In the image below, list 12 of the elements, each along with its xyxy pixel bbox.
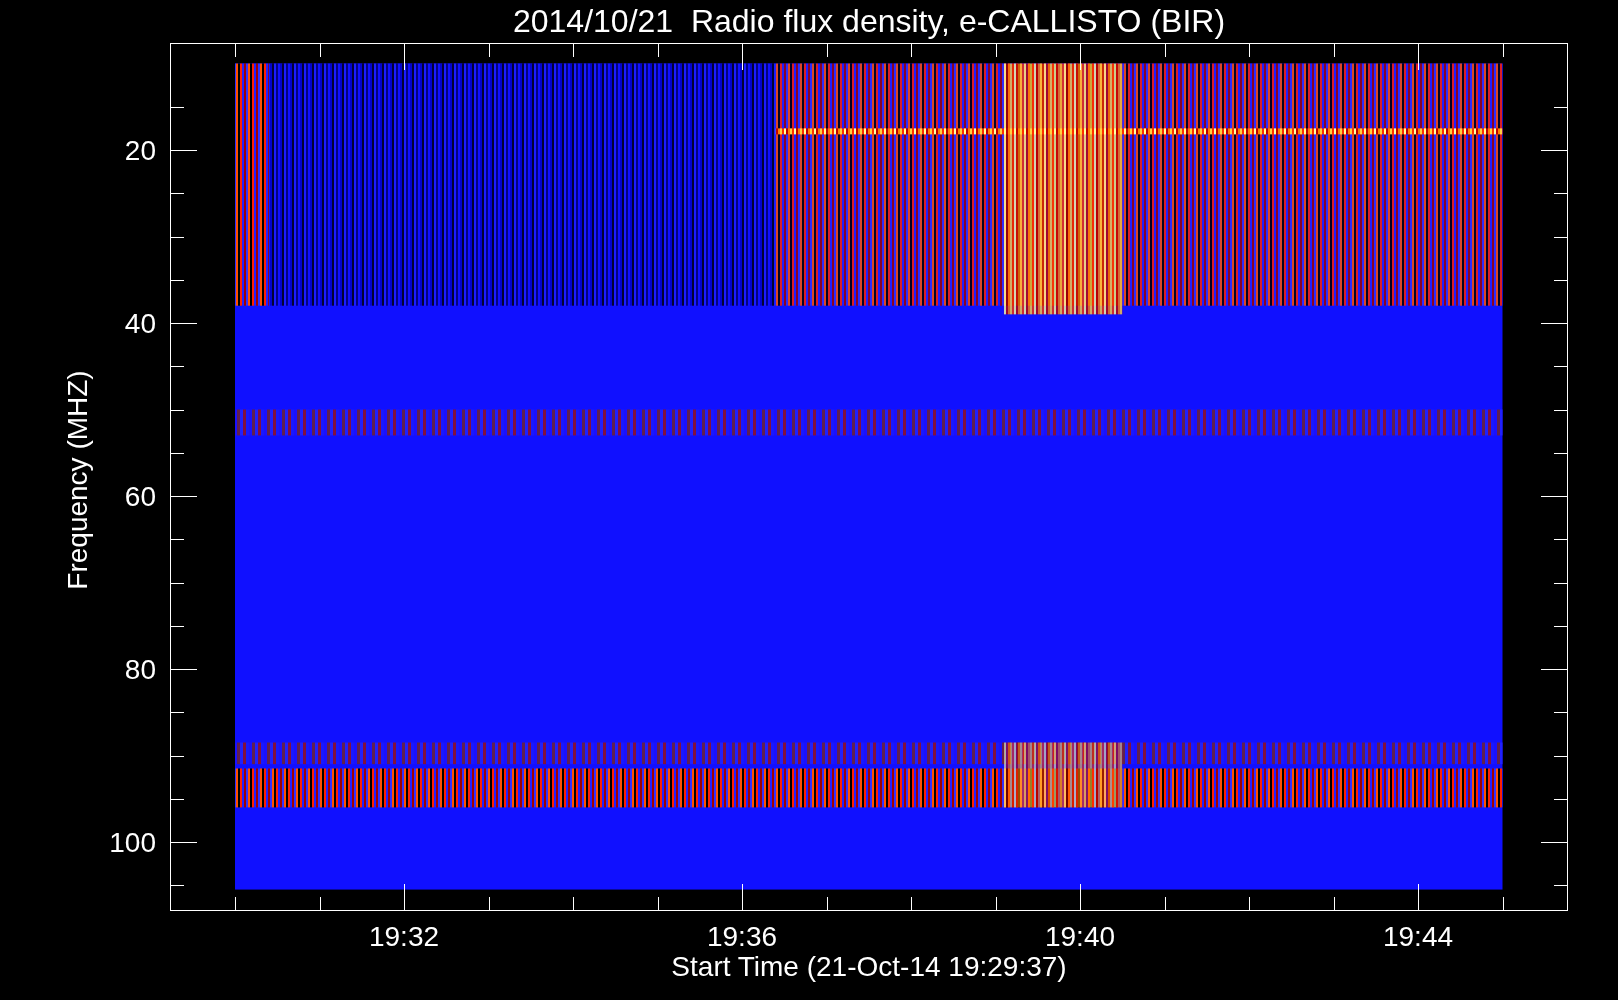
axis-tick-label: 100 [109, 827, 156, 858]
axis-tick-label: 40 [124, 308, 156, 339]
axis-tick-label: 19:40 [1044, 921, 1116, 952]
axis-tick-label: 19:44 [1382, 921, 1454, 952]
axis-title: Frequency (MHZ) [62, 370, 93, 590]
chart-title: 2014/10/21 Radio flux density, e-CALLISTO (BIR) [512, 3, 1226, 39]
axis-tick-label: 19:36 [706, 921, 778, 952]
axis-title: Start Time (21-Oct-14 19:29:37) [671, 951, 1067, 982]
axis-tick-label: 80 [124, 654, 156, 685]
axis-tick-label: 60 [124, 481, 156, 512]
axis-tick-label: 19:32 [368, 921, 440, 952]
axis-tick-label: 20 [124, 135, 156, 166]
